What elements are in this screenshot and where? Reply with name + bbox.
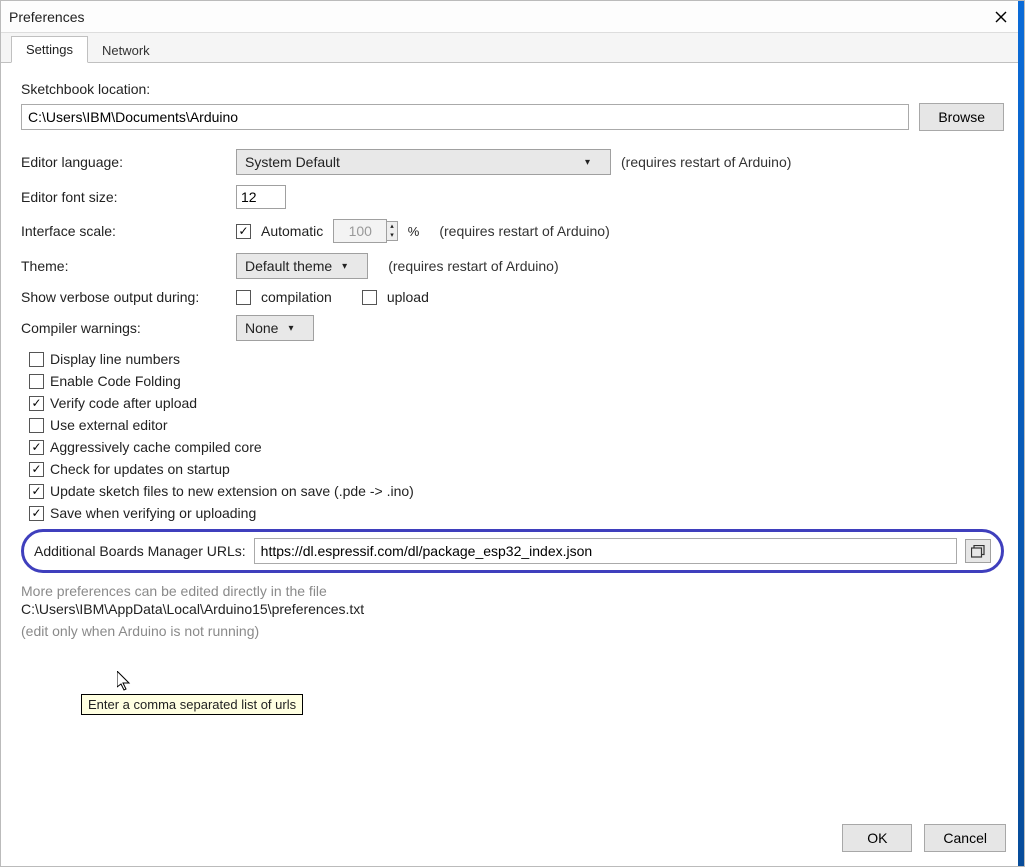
compiler-warnings-label: Compiler warnings: [21, 320, 226, 336]
theme-label: Theme: [21, 258, 226, 274]
window-title: Preferences [9, 9, 84, 25]
close-button[interactable] [986, 5, 1016, 29]
scale-value-input [333, 219, 387, 243]
boards-url-row: Additional Boards Manager URLs: [21, 529, 1004, 573]
compiler-warnings-select[interactable]: None ▾ [236, 315, 314, 341]
boards-url-input[interactable] [254, 538, 957, 564]
verbose-upload-checkbox[interactable] [362, 290, 377, 305]
code-folding-checkbox[interactable] [29, 374, 44, 389]
verify-after-upload-checkbox[interactable] [29, 396, 44, 411]
more-prefs-hint: More preferences can be edited directly … [21, 583, 1004, 599]
save-on-verify-checkbox[interactable] [29, 506, 44, 521]
sketchbook-input[interactable] [21, 104, 909, 130]
tab-row: Settings Network [1, 33, 1024, 63]
button-bar: OK Cancel [1, 814, 1024, 866]
cache-core-label: Aggressively cache compiled core [50, 439, 262, 455]
boards-url-expand-button[interactable] [965, 539, 991, 563]
update-extension-label: Update sketch files to new extension on … [50, 483, 414, 499]
verbose-compile-checkbox[interactable] [236, 290, 251, 305]
font-size-label: Editor font size: [21, 189, 226, 205]
ok-button[interactable]: OK [842, 824, 912, 852]
scale-auto-checkbox[interactable] [236, 224, 251, 239]
external-editor-checkbox[interactable] [29, 418, 44, 433]
editor-language-label: Editor language: [21, 154, 226, 170]
verify-after-upload-label: Verify code after upload [50, 395, 197, 411]
font-size-input[interactable] [236, 185, 286, 209]
display-line-numbers-checkbox[interactable] [29, 352, 44, 367]
prefs-path[interactable]: C:\Users\IBM\AppData\Local\Arduino15\pre… [21, 601, 1004, 617]
update-extension-checkbox[interactable] [29, 484, 44, 499]
verbose-compile-label: compilation [261, 289, 332, 305]
scale-auto-label: Automatic [261, 223, 323, 239]
chevron-down-icon: ▾ [342, 261, 347, 272]
spin-up-icon[interactable]: ▴ [387, 222, 397, 231]
chevron-down-icon: ▾ [585, 157, 590, 168]
spin-down-icon[interactable]: ▾ [387, 231, 397, 240]
external-editor-label: Use external editor [50, 417, 168, 433]
cancel-button[interactable]: Cancel [924, 824, 1006, 852]
theme-select[interactable]: Default theme ▾ [236, 253, 368, 279]
scale-hint: (requires restart of Arduino) [439, 223, 609, 239]
code-folding-label: Enable Code Folding [50, 373, 181, 389]
edit-only-hint: (edit only when Arduino is not running) [21, 623, 1004, 639]
cache-core-checkbox[interactable] [29, 440, 44, 455]
display-line-numbers-label: Display line numbers [50, 351, 180, 367]
check-updates-checkbox[interactable] [29, 462, 44, 477]
percent-sign: % [408, 224, 420, 239]
save-on-verify-label: Save when verifying or uploading [50, 505, 256, 521]
browse-button[interactable]: Browse [919, 103, 1004, 131]
check-updates-label: Check for updates on startup [50, 461, 230, 477]
chevron-down-icon: ▾ [288, 323, 293, 334]
sketchbook-label: Sketchbook location: [21, 81, 1004, 97]
interface-scale-label: Interface scale: [21, 223, 226, 239]
theme-value: Default theme [245, 258, 332, 274]
close-icon [995, 11, 1007, 23]
boards-url-label: Additional Boards Manager URLs: [34, 543, 246, 559]
tooltip: Enter a comma separated list of urls [81, 694, 303, 715]
compiler-warnings-value: None [245, 320, 278, 336]
editor-language-select[interactable]: System Default ▾ [236, 149, 611, 175]
tab-settings[interactable]: Settings [11, 36, 88, 63]
scale-spinner[interactable]: ▴▾ [333, 219, 398, 243]
editor-language-value: System Default [245, 154, 340, 170]
verbose-label: Show verbose output during: [21, 289, 226, 305]
titlebar: Preferences [1, 1, 1024, 33]
window-icon [971, 545, 986, 558]
tab-network[interactable]: Network [88, 38, 164, 63]
verbose-upload-label: upload [387, 289, 429, 305]
theme-hint: (requires restart of Arduino) [388, 258, 558, 274]
language-hint: (requires restart of Arduino) [621, 154, 791, 170]
